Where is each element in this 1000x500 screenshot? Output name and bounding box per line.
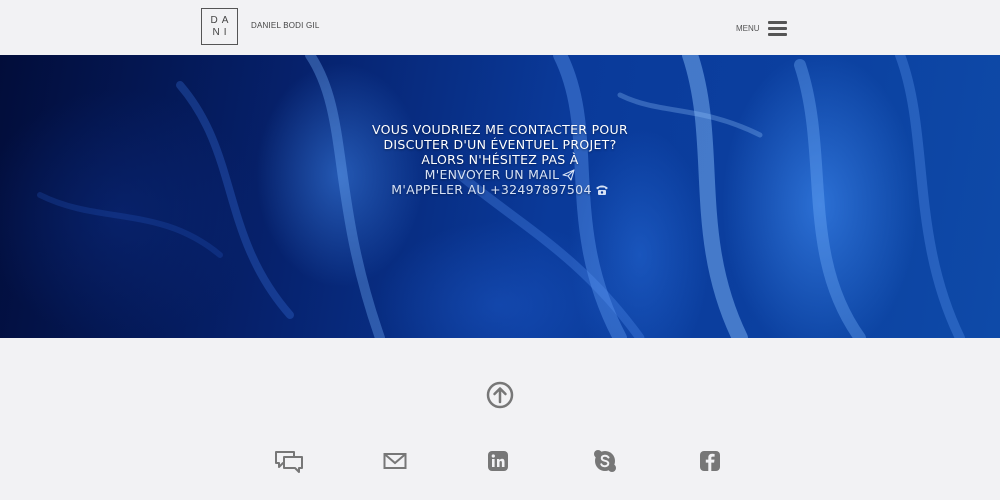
hamburger-icon [767, 20, 787, 36]
menu-button[interactable]: MENU [736, 18, 787, 38]
arrow-up-circle-icon[interactable] [486, 381, 514, 409]
message-line-1: VOUS VOUDRIEZ ME CONTACTER POUR [372, 122, 628, 137]
linkedin-link[interactable] [483, 447, 513, 475]
email-link-label: M'ENVOYER UN MAIL [424, 167, 560, 182]
linkedin-icon [488, 451, 508, 471]
skype-link[interactable] [590, 447, 620, 475]
phone-link[interactable]: M'APPELER AU +32497897504 [391, 182, 608, 197]
facebook-link[interactable] [695, 447, 725, 475]
hero-banner: VOUS VOUDRIEZ ME CONTACTER POUR DISCUTER… [0, 55, 1000, 338]
facebook-icon [700, 451, 720, 471]
site-header: DA NI DANIEL BODI GIL MENU [0, 0, 1000, 55]
message-line-2: DISCUTER D'UN ÉVENTUEL PROJET? [383, 137, 617, 152]
email-link[interactable]: M'ENVOYER UN MAIL [425, 167, 576, 182]
mail-icon [383, 453, 407, 469]
brand-name[interactable]: DANIEL BODI GIL [251, 21, 320, 30]
contact-message: VOUS VOUDRIEZ ME CONTACTER POUR DISCUTER… [0, 122, 1000, 197]
chat-icon [275, 451, 303, 473]
message-line-3: ALORS N'HÉSITEZ PAS À [421, 152, 579, 167]
logo-line-2: NI [212, 26, 231, 38]
skype-icon [594, 450, 616, 472]
paper-plane-icon [562, 169, 575, 181]
email-social-link[interactable] [380, 447, 410, 475]
telephone-icon [595, 185, 608, 195]
chat-link[interactable] [274, 447, 304, 475]
phone-link-label: M'APPELER AU +32497897504 [391, 182, 592, 197]
menu-label: MENU [736, 23, 760, 33]
logo-line-1: DA [210, 14, 233, 26]
logo[interactable]: DA NI [201, 8, 238, 45]
